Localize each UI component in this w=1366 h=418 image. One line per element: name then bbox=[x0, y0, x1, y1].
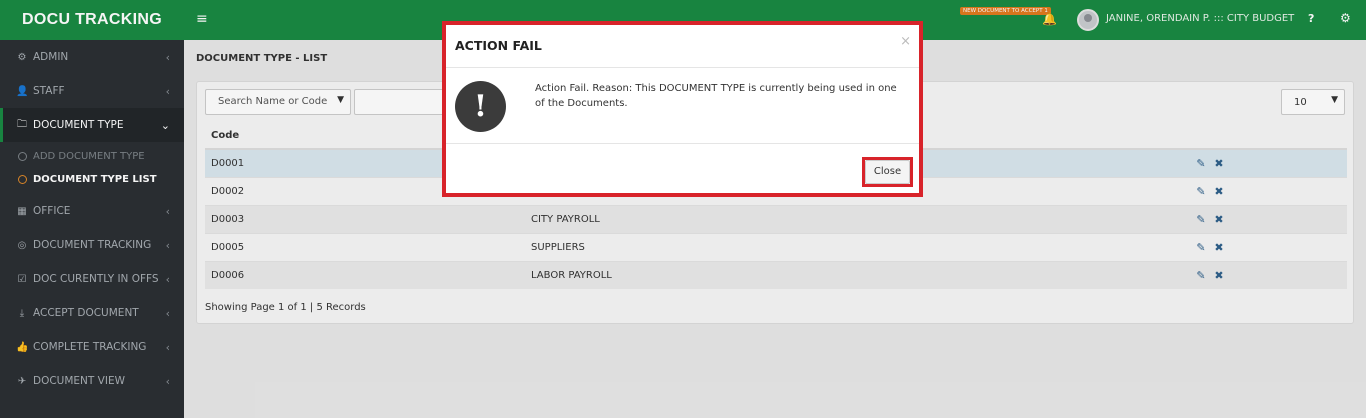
close-icon[interactable]: × bbox=[900, 34, 911, 49]
action-fail-dialog: ACTION FAIL × ! Action Fail. Reason: Thi… bbox=[446, 25, 919, 193]
modal-title: ACTION FAIL bbox=[455, 38, 542, 53]
close-button[interactable]: Close bbox=[865, 160, 910, 184]
exclamation-icon: ! bbox=[455, 81, 506, 132]
modal-body: ! Action Fail. Reason: This DOCUMENT TYP… bbox=[446, 68, 919, 144]
modal-message: Action Fail. Reason: This DOCUMENT TYPE … bbox=[535, 83, 897, 109]
modal-header: ACTION FAIL × bbox=[446, 25, 919, 68]
